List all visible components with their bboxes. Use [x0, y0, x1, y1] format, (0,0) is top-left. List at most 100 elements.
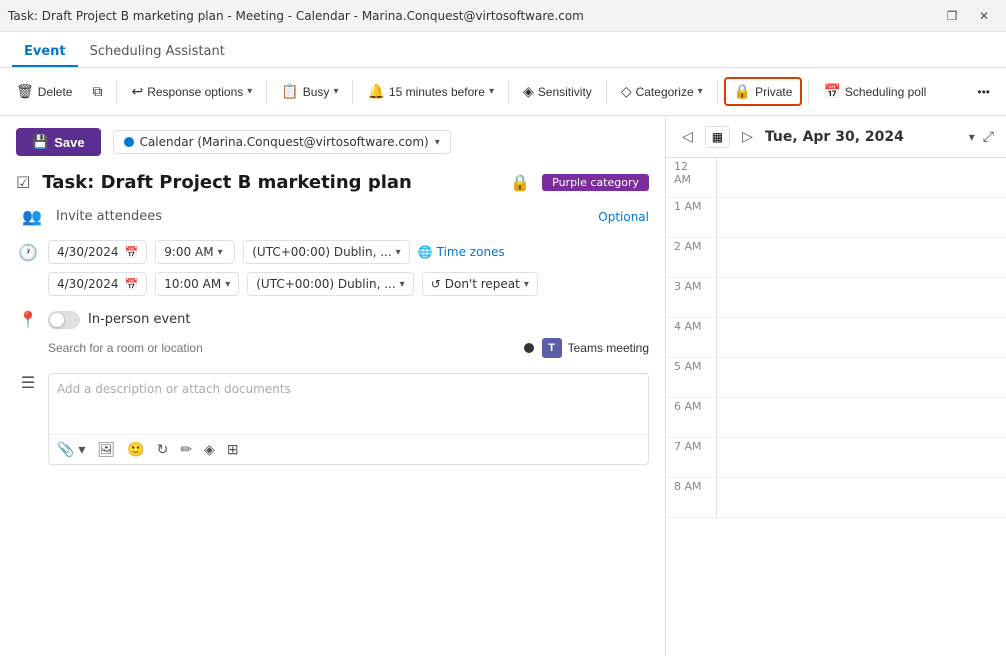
toggle-thumb [50, 313, 64, 327]
pen-button[interactable]: ✏ [180, 441, 192, 458]
end-time-input[interactable]: 10:00 AM ▾ [155, 272, 239, 296]
calendar-prev-button[interactable]: ◁ [678, 124, 697, 149]
search-room-input[interactable] [48, 337, 516, 359]
description-row: ☰ Add a description or attach documents … [16, 373, 649, 465]
end-date-value: 4/30/2024 [57, 277, 119, 291]
location-row: 📍 In-person event [16, 310, 649, 329]
categorize-button[interactable]: ◇ Categorize ▾ [613, 79, 711, 104]
duplicate-icon: ⧉ [92, 83, 102, 100]
time-label-4am: 4 AM [666, 318, 716, 357]
teams-meeting-button[interactable]: T Teams meeting [542, 338, 649, 358]
description-textarea[interactable]: Add a description or attach documents [49, 374, 648, 434]
start-time-value: 9:00 AM [164, 245, 213, 259]
repeat-icon: ↺ [431, 277, 441, 291]
time-area-5am [716, 358, 1006, 397]
time-slot-7am: 7 AM [666, 438, 1006, 478]
reminder-icon: 🔔 [367, 83, 384, 100]
save-button[interactable]: 💾 Save [16, 128, 101, 156]
time-slot-4am: 4 AM [666, 318, 1006, 358]
save-icon: 💾 [32, 134, 48, 150]
invite-attendees-label[interactable]: Invite attendees [56, 209, 586, 224]
search-room-row: T Teams meeting [48, 337, 649, 359]
end-date-cal-icon: 📅 [125, 278, 139, 291]
calendar-select[interactable]: Calendar (Marina.Conquest@virtosoftware.… [113, 130, 451, 154]
time-label-2am: 2 AM [666, 238, 716, 277]
toolbar: 🗑 Delete ⧉ ↩ Response options ▾ 📋 Busy ▾… [0, 68, 1006, 116]
purple-category-badge[interactable]: Purple category [542, 174, 649, 191]
calendar-next-button[interactable]: ▷ [738, 124, 757, 149]
reminder-chevron: ▾ [489, 86, 494, 97]
main-layout: 💾 Save Calendar (Marina.Conquest@virtoso… [0, 116, 1006, 656]
busy-icon: 📋 [281, 83, 298, 100]
globe-icon: 🌐 [418, 245, 433, 259]
calendar-select-label: Calendar (Marina.Conquest@virtosoftware.… [140, 135, 429, 149]
busy-chevron: ▾ [333, 86, 338, 97]
loop-button[interactable]: ↻ [157, 441, 169, 458]
separator-2 [266, 80, 267, 104]
tab-scheduling-assistant[interactable]: Scheduling Assistant [78, 38, 237, 67]
attendees-icon: 👥 [20, 207, 44, 226]
teams-icon: T [542, 338, 562, 358]
description-icon: ☰ [16, 373, 40, 465]
dont-repeat-button[interactable]: ↺ Don't repeat ▾ [422, 272, 538, 296]
start-timezone-select[interactable]: (UTC+00:00) Dublin, ... ▾ [243, 240, 409, 264]
time-label-7am: 7 AM [666, 438, 716, 477]
description-box: Add a description or attach documents 📎 … [48, 373, 649, 465]
image-button[interactable]: 🖼 [97, 441, 115, 458]
room-dot [524, 343, 534, 353]
top-row: 💾 Save Calendar (Marina.Conquest@virtoso… [16, 128, 649, 156]
end-timezone-select[interactable]: (UTC+00:00) Dublin, ... ▾ [247, 272, 413, 296]
start-datetime-row: 🕐 4/30/2024 📅 9:00 AM ▾ (UTC+00:00) Dubl… [16, 240, 649, 264]
in-person-toggle[interactable] [48, 311, 80, 329]
signature-button[interactable]: ◈ [204, 441, 215, 458]
optional-link[interactable]: Optional [598, 210, 649, 224]
categorize-icon: ◇ [621, 83, 632, 100]
time-slot-5am: 5 AM [666, 358, 1006, 398]
end-time-chevron: ▾ [225, 279, 230, 290]
window-controls: ❐ ✕ [938, 2, 998, 30]
separator-4 [508, 80, 509, 104]
time-area-4am [716, 318, 1006, 357]
reminder-button[interactable]: 🔔 15 minutes before ▾ [359, 79, 502, 104]
event-title[interactable]: Task: Draft Project B marketing plan [42, 172, 498, 193]
time-slot-8am: 8 AM [666, 478, 1006, 518]
tab-bar: Event Scheduling Assistant [0, 32, 1006, 68]
attach-button[interactable]: 📎 ▾ [57, 441, 85, 458]
separator-3 [352, 80, 353, 104]
busy-button[interactable]: 📋 Busy ▾ [273, 79, 346, 104]
delete-icon: 🗑 [16, 83, 34, 100]
scheduling-poll-icon: 📅 [823, 83, 840, 100]
calendar-chevron: ▾ [435, 137, 440, 148]
forms-button[interactable]: ⊞ [227, 441, 239, 458]
time-zones-link[interactable]: 🌐 Time zones [418, 245, 505, 259]
more-options-button[interactable]: ••• [969, 81, 998, 103]
calendar-today-button[interactable]: ▦ [705, 126, 730, 148]
start-date-input[interactable]: 4/30/2024 📅 [48, 240, 147, 264]
task-icon: ☑ [16, 173, 30, 192]
time-area-12am [716, 158, 1006, 197]
delete-button[interactable]: 🗑 Delete [8, 79, 80, 104]
private-button[interactable]: 🔒 Private [724, 77, 803, 106]
window-title: Task: Draft Project B marketing plan - M… [8, 9, 584, 23]
tab-event[interactable]: Event [12, 38, 78, 67]
restore-button[interactable]: ❐ [938, 2, 966, 30]
calendar-expand-button[interactable]: ⤢ [983, 128, 994, 145]
description-toolbar: 📎 ▾ 🖼 🙂 ↻ ✏ ◈ ⊞ [49, 434, 648, 464]
scheduling-poll-button[interactable]: 📅 Scheduling poll [815, 79, 934, 104]
time-area-7am [716, 438, 1006, 477]
start-time-input[interactable]: 9:00 AM ▾ [155, 240, 235, 264]
sensitivity-icon: ◈ [523, 83, 534, 100]
time-label-3am: 3 AM [666, 278, 716, 317]
emoji-button[interactable]: 🙂 [127, 441, 144, 458]
close-button[interactable]: ✕ [970, 2, 998, 30]
categorize-chevron: ▾ [698, 86, 703, 97]
time-slot-3am: 3 AM [666, 278, 1006, 318]
sensitivity-button[interactable]: ◈ Sensitivity [515, 79, 600, 104]
duplicate-button[interactable]: ⧉ [84, 79, 110, 104]
end-date-input[interactable]: 4/30/2024 📅 [48, 272, 147, 296]
start-time-chevron: ▾ [218, 247, 223, 258]
time-slot-1am: 1 AM [666, 198, 1006, 238]
calendar-date-chevron[interactable]: ▾ [969, 130, 975, 144]
response-options-button[interactable]: ↩ Response options ▾ [123, 79, 260, 104]
clock-icon: 🕐 [16, 243, 40, 262]
